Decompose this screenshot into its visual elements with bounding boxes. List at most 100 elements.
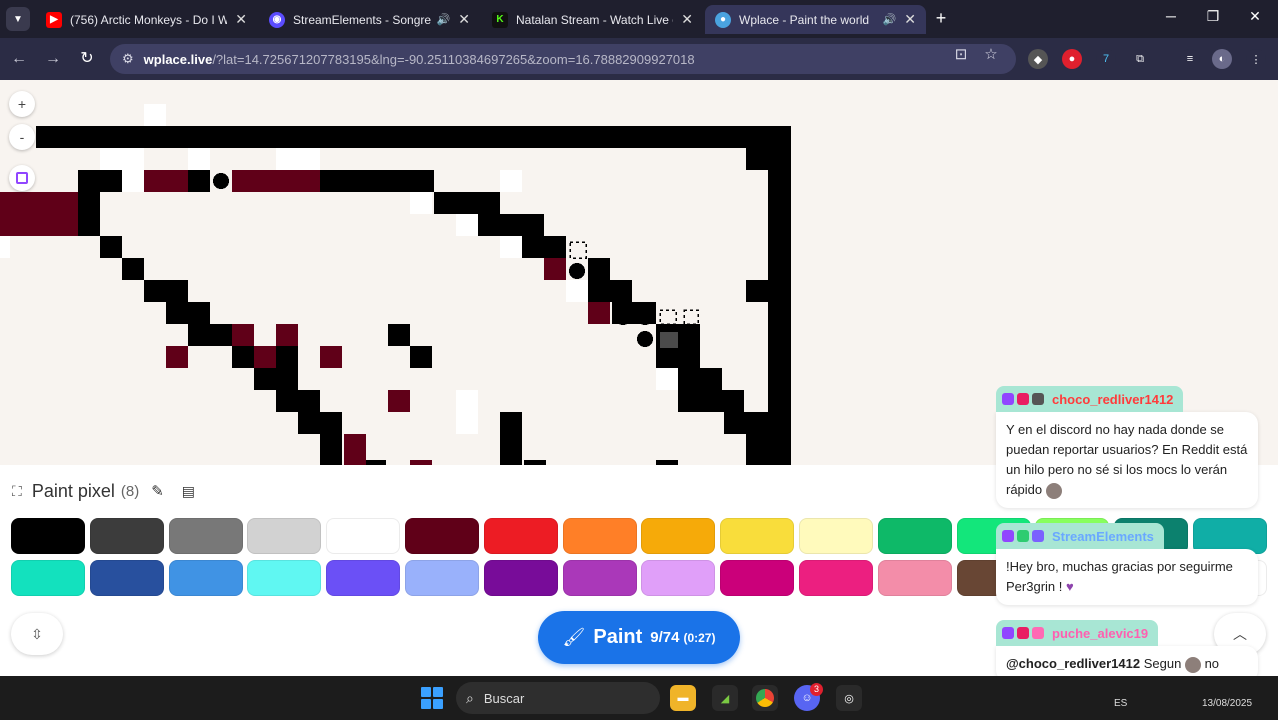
url-path: /?lat=14.725671207783195&lng=-90.2511038… [212,51,695,67]
taskbar-search[interactable]: ⌕ Buscar [456,682,660,714]
chat-mention: @choco_redliver1412 [1006,656,1141,671]
extension-icon[interactable]: ◆ [1028,49,1048,69]
color-swatch[interactable] [641,560,716,596]
chat-username: choco_redliver1412 [1052,391,1174,407]
chat-message: puche_alevic19 @choco_redliver1412 Segun… [996,620,1258,676]
color-swatch[interactable] [799,518,873,554]
emote-icon [1184,656,1201,673]
paint-button[interactable]: 🖌 Paint 9/74 (0:27) [538,611,740,664]
color-swatch[interactable] [405,518,479,554]
extension-record-icon[interactable]: ● [1062,49,1082,69]
tab-search-icon[interactable]: ▼ [6,7,30,31]
check-badge-icon [1017,530,1029,542]
color-swatch[interactable] [89,518,164,554]
close-icon[interactable]: ✕ [458,11,470,28]
color-swatch[interactable] [168,560,243,596]
kick-icon: K [492,11,508,28]
color-swatch[interactable] [483,518,558,554]
extensions-puzzle-icon[interactable]: ⧉ [1130,49,1150,69]
close-icon[interactable]: ✕ [681,11,693,28]
zoom-in-button[interactable]: + [9,91,35,117]
speaker-icon[interactable]: 🔊 [883,13,897,26]
expand-palette-button[interactable]: ⇳ [11,613,63,655]
paint-timer: (0:27) [683,630,716,645]
purple-heart-icon: ♥ [1066,579,1074,594]
chat-text: !Hey bro, muchas gracias por seguirme Pe… [996,549,1258,605]
address-bar[interactable]: ⚙ wplace.live/?lat=14.725671207783195&ln… [110,44,1016,74]
color-swatch[interactable] [877,560,952,596]
bot-badge-icon [1032,393,1044,405]
more-menu-icon[interactable]: ⋮ [1246,49,1266,69]
chat-text-content: Y en el discord no hay nada donde se pue… [1006,422,1248,497]
chrome-icon[interactable] [752,685,778,711]
eraser-icon[interactable]: ▤ [182,483,195,500]
paint-label: Paint [593,626,643,648]
color-swatch[interactable] [641,518,716,554]
chat-badges [1002,530,1044,542]
chat-message: choco_redliver1412 Y en el discord no ha… [996,386,1258,508]
clock-date[interactable]: 13/08/2025 [1202,698,1252,709]
chat-username: StreamElements [1052,528,1154,544]
file-explorer-icon[interactable]: ▬ [670,685,696,711]
close-icon[interactable]: ✕ [235,11,247,28]
media-control-icon[interactable]: ≡ [1180,49,1200,69]
profile-avatar[interactable]: ◐ [1212,49,1232,69]
chat-text: Y en el discord no hay nada donde se pue… [996,412,1258,508]
chat-text: @choco_redliver1412 Segun no [996,646,1258,676]
color-swatch[interactable] [11,560,85,596]
chat-message: StreamElements !Hey bro, muchas gracias … [996,523,1258,605]
color-swatch[interactable] [483,560,558,596]
chat-username-bar: choco_redliver1412 [996,386,1184,412]
restore-icon[interactable]: ❐ [1198,8,1228,25]
app-icon[interactable]: ◢ [712,685,738,711]
color-swatch[interactable] [720,518,795,554]
bookmark-star-icon[interactable]: ☆ [982,45,1000,63]
expand-icon[interactable]: ⛶ [12,483,22,500]
extension-7tv-icon[interactable]: 7 [1096,49,1116,69]
tab-youtube[interactable]: ▶ (756) Arctic Monkeys - Do I Wa ✕ [36,5,257,34]
speaker-icon[interactable]: 🔊 [437,13,451,26]
language-indicator[interactable]: ES [1114,698,1127,709]
color-swatch[interactable] [562,518,637,554]
tab-kick[interactable]: K Natalan Stream - Watch Live on ✕ [482,5,703,34]
reload-icon[interactable]: ↻ [76,48,98,70]
close-window-icon[interactable]: ✕ [1240,8,1270,25]
install-app-icon[interactable]: ⊡ [952,45,970,63]
color-swatch[interactable] [799,560,873,596]
color-swatch[interactable] [168,518,243,554]
forward-icon[interactable]: → [42,48,64,70]
color-swatch[interactable] [89,560,164,596]
color-swatch[interactable] [247,560,322,596]
site-settings-icon[interactable]: ⚙ [122,51,134,67]
color-swatch[interactable] [720,560,795,596]
tab-title: Wplace - Paint the world [739,12,870,27]
new-tab-button[interactable]: + [930,7,952,29]
color-swatch[interactable] [405,560,479,596]
chat-username-bar: StreamElements [996,523,1164,549]
zoom-out-button[interactable]: - [9,124,35,150]
color-swatch[interactable] [877,518,952,554]
tab-streamelements[interactable]: ◉ StreamElements - Songrequ 🔊 ✕ [259,5,480,34]
color-swatch[interactable] [247,518,322,554]
windows-start-icon[interactable] [421,687,443,709]
paint-charges: 9/74 [650,629,680,646]
twitch-icon [16,172,28,184]
pink-heart-badge-icon [1032,627,1044,639]
streamelements-icon: ◉ [269,11,285,28]
obs-icon[interactable]: ◎ [836,685,862,711]
tab-title: Natalan Stream - Watch Live on [516,12,674,27]
twitch-button[interactable] [9,165,35,191]
close-icon[interactable]: ✕ [904,11,916,28]
color-swatch[interactable] [11,518,85,554]
tab-wplace[interactable]: ● Wplace - Paint the world 🔊 ✕ [705,5,926,34]
discord-badge: 3 [810,683,823,696]
twitch-badge-icon [1002,393,1014,405]
minimize-icon[interactable]: ─ [1156,8,1186,24]
heart-badge-icon [1017,393,1029,405]
youtube-icon: ▶ [46,11,62,28]
back-icon[interactable]: ← [8,48,30,70]
color-swatch[interactable] [326,518,401,554]
color-swatch[interactable] [562,560,637,596]
color-swatch[interactable] [326,560,401,596]
pencil-icon[interactable]: ✎ [151,482,164,500]
